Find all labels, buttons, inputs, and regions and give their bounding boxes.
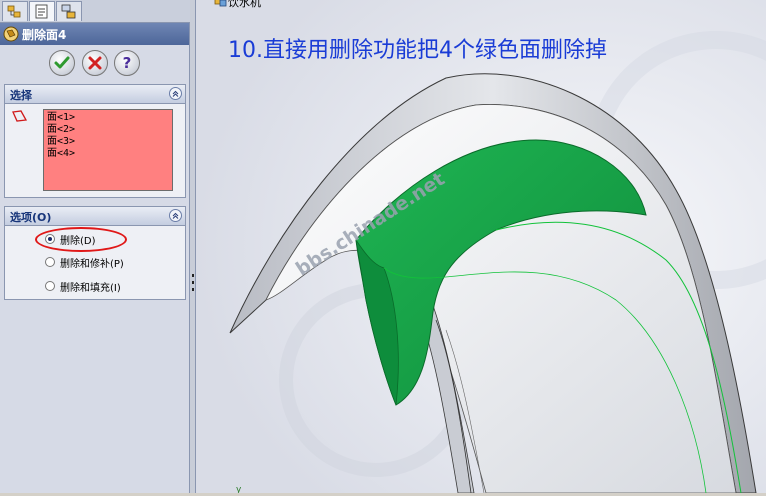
feature-title: 删除面4 [22,28,67,42]
configuration-manager-icon [61,4,76,19]
feature-tree-icon [7,5,21,18]
tab-property-manager[interactable] [29,1,55,21]
option-delete-and-patch[interactable]: 删除和修补(P) [45,254,124,270]
tab-configuration-manager[interactable] [56,1,82,21]
option-label: 删除和修补(P) [60,258,124,270]
property-manager-icon [35,4,48,19]
tutorial-caption: 10.直接用删除功能把4个绿色面删除掉 [228,38,607,63]
radio-button[interactable] [45,281,55,291]
red-highlight-ellipse [35,227,127,252]
model-view: y [196,0,766,493]
selected-faces-list[interactable]: 面<1> 面<2> 面<3> 面<4> [43,109,173,191]
selection-group-header[interactable]: 选择 [5,85,185,104]
feature-tree-flyout[interactable]: 饮水机 [214,0,261,10]
svg-text:?: ? [123,54,132,72]
options-group: 选项(O) 删除(D) 删除和修补(P) 删除和填充(I) [4,206,186,300]
collapse-icon[interactable] [169,87,182,100]
collapse-icon[interactable] [169,209,182,222]
ok-button[interactable] [49,50,75,76]
radio-button[interactable] [45,257,55,267]
action-buttons: ? [0,48,189,78]
options-group-title: 选项(O) [10,211,52,224]
list-item[interactable]: 面<2> [47,124,169,136]
tab-feature-tree[interactable] [2,1,28,21]
help-button[interactable]: ? [114,50,140,76]
cancel-x-icon [88,56,102,70]
selection-group-title: 选择 [10,89,32,102]
graphics-area[interactable]: y 饮水机 10.直接用删除功能把4个绿色面删除掉 bbs.chinade.ne… [196,0,766,493]
property-manager-panel: 删除面4 ? 选择 面<1> 面<2> 面<3> 面<4> 选项(O) 删除(D… [0,0,190,493]
option-label: 删除和填充(I) [60,282,121,294]
part-name: 饮水机 [228,0,261,9]
delete-face-icon [3,26,19,42]
ok-check-icon [54,56,70,69]
help-question-icon: ? [123,54,132,72]
origin-marker: y [236,485,242,493]
option-delete-and-fill[interactable]: 删除和填充(I) [45,278,121,294]
manager-tabs [0,0,190,23]
list-item[interactable]: 面<1> [47,112,169,124]
cancel-button[interactable] [82,50,108,76]
feature-title-bar: 删除面4 [0,23,189,45]
options-group-header[interactable]: 选项(O) [5,207,185,226]
part-icon [214,0,227,7]
face-selection-icon [12,110,28,122]
list-item[interactable]: 面<3> [47,136,169,148]
selection-group: 选择 面<1> 面<2> 面<3> 面<4> [4,84,186,198]
list-item[interactable]: 面<4> [47,148,169,160]
